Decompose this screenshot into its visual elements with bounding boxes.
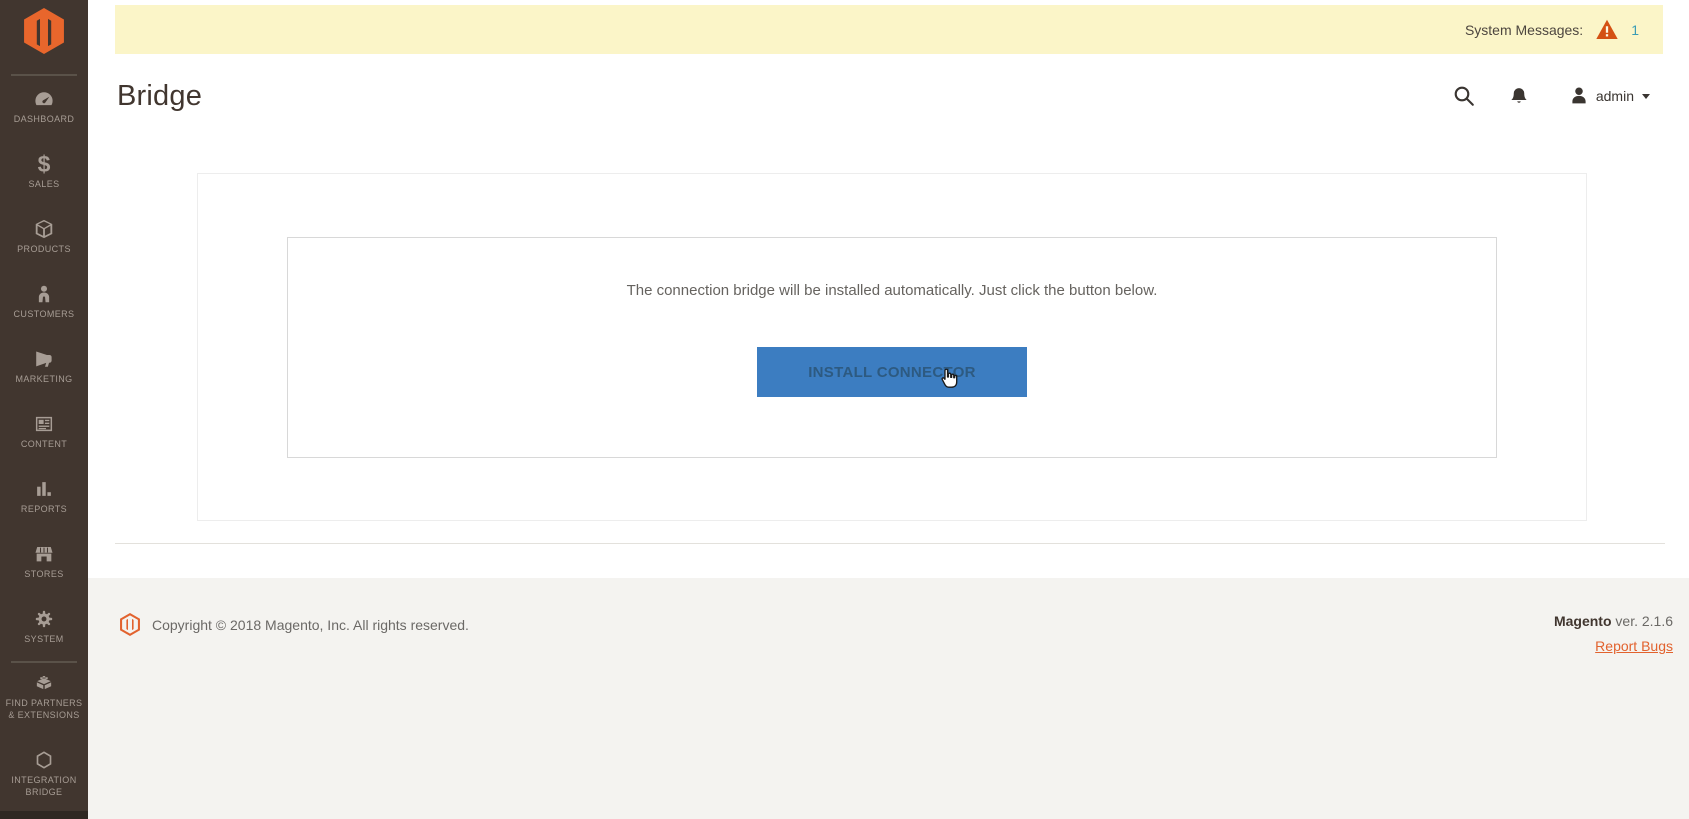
sidebar-item-label: STORES (24, 569, 63, 580)
version-line: Magento ver. 2.1.6 (1554, 613, 1673, 629)
dashboard-icon (33, 88, 55, 110)
system-messages-bar: System Messages: 1 (115, 5, 1663, 54)
sidebar-item-label: DASHBOARD (14, 114, 75, 125)
customers-icon (33, 283, 55, 305)
sidebar-item-label: SALES (28, 179, 59, 190)
partners-icon (33, 672, 55, 694)
marketing-icon (33, 348, 55, 370)
install-connector-button[interactable]: INSTALL CONNECTOR (757, 347, 1027, 397)
content-icon (33, 413, 55, 435)
report-bugs-link[interactable]: Report Bugs (1595, 638, 1673, 654)
sidebar-bottom-strip (0, 811, 88, 819)
sidebar-item-content[interactable]: CONTENT (0, 413, 88, 450)
sidebar-item-integration-bridge[interactable]: INTEGRATION BRIDGE (0, 749, 88, 798)
notifications-bell-icon[interactable] (1508, 85, 1530, 108)
reports-icon (33, 478, 55, 500)
sidebar-item-label: PRODUCTS (17, 244, 71, 255)
magento-logo-icon (24, 8, 64, 54)
system-messages-count[interactable]: 1 (1631, 22, 1639, 38)
version-text: ver. 2.1.6 (1615, 613, 1673, 629)
system-messages-label: System Messages: (1465, 22, 1583, 38)
bridge-inner-panel: The connection bridge will be installed … (287, 237, 1497, 458)
magento-logo[interactable] (0, 8, 88, 54)
sidebar-item-label: BRIDGE (26, 787, 63, 798)
sales-icon (33, 153, 55, 175)
sidebar-item-label: SYSTEM (24, 634, 63, 645)
bridge-message: The connection bridge will be installed … (288, 282, 1496, 299)
content-footer-divider (115, 543, 1665, 544)
system-icon (33, 608, 55, 630)
sidebar-item-label: CONTENT (21, 439, 67, 450)
sidebar-item-label: REPORTS (21, 504, 67, 515)
chevron-down-icon[interactable] (1642, 94, 1650, 99)
sidebar-item-label: INTEGRATION (11, 775, 76, 786)
sidebar: DASHBOARD SALES PRODUCTS CUSTOMERS MARKE… (0, 0, 88, 819)
stores-icon (33, 543, 55, 565)
search-icon[interactable] (1452, 84, 1476, 108)
brand-name: Magento (1554, 613, 1612, 629)
footer-version-block: Magento ver. 2.1.6 Report Bugs (1554, 613, 1673, 656)
footer-copyright-row: Copyright © 2018 Magento, Inc. All right… (120, 613, 469, 636)
sidebar-item-label: FIND PARTNERS (6, 698, 83, 709)
sidebar-item-products[interactable]: PRODUCTS (0, 218, 88, 255)
sidebar-item-label: & EXTENSIONS (8, 710, 79, 721)
sidebar-item-stores[interactable]: STORES (0, 543, 88, 580)
sidebar-item-customers[interactable]: CUSTOMERS (0, 283, 88, 320)
sidebar-divider (11, 661, 77, 663)
page-title: Bridge (117, 80, 202, 113)
header-actions: admin (1452, 84, 1650, 108)
bridge-card: The connection bridge will be installed … (197, 173, 1587, 521)
sidebar-item-find-partners-extensions[interactable]: FIND PARTNERS & EXTENSIONS (0, 672, 88, 721)
sidebar-divider (11, 74, 77, 76)
sidebar-item-label: MARKETING (15, 374, 72, 385)
integration-bridge-icon (33, 749, 55, 771)
sidebar-item-label: CUSTOMERS (14, 309, 75, 320)
products-icon (33, 218, 55, 240)
sidebar-item-system[interactable]: SYSTEM (0, 608, 88, 645)
sidebar-item-marketing[interactable]: MARKETING (0, 348, 88, 385)
user-avatar-icon[interactable] (1568, 85, 1590, 107)
magento-footer-logo-icon (120, 613, 140, 636)
sidebar-item-reports[interactable]: REPORTS (0, 478, 88, 515)
footer: Copyright © 2018 Magento, Inc. All right… (88, 578, 1689, 819)
admin-menu-label[interactable]: admin (1596, 88, 1634, 104)
sidebar-item-sales[interactable]: SALES (0, 153, 88, 190)
sidebar-item-dashboard[interactable]: DASHBOARD (0, 88, 88, 125)
copyright-text: Copyright © 2018 Magento, Inc. All right… (152, 617, 469, 633)
warning-icon (1595, 19, 1619, 40)
